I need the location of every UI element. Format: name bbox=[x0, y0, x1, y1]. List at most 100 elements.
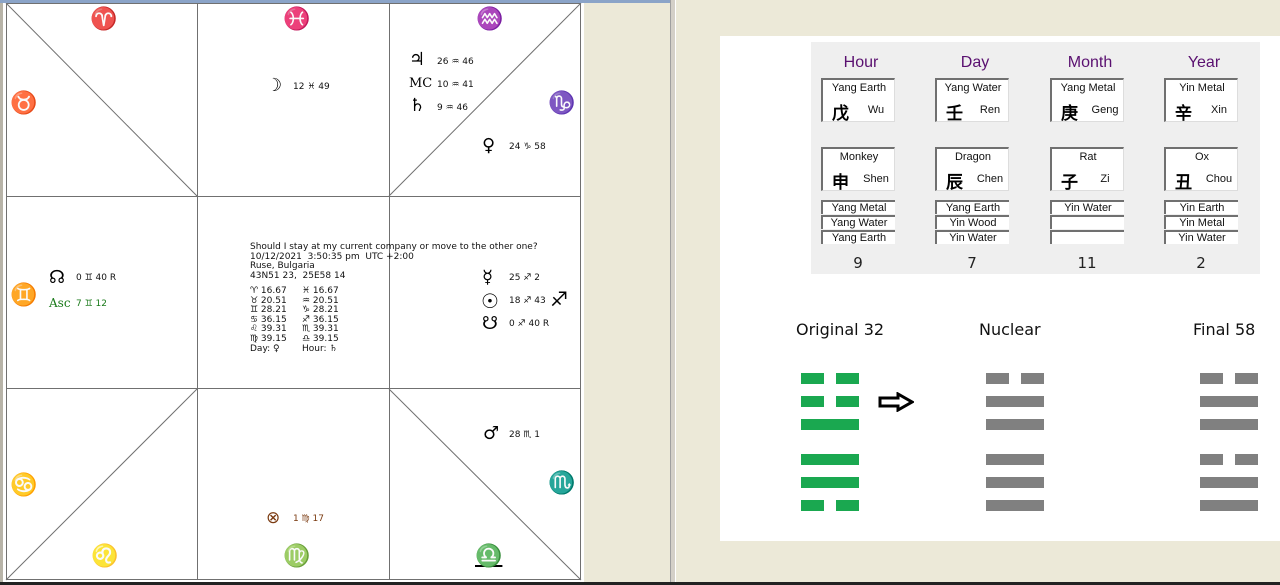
coords-text: 43N51 23, 25E58 14 bbox=[250, 270, 346, 281]
yang-line bbox=[1200, 396, 1258, 407]
hidden-stem-2: Yin Wood bbox=[935, 215, 1009, 229]
stem-pinyin: Wu bbox=[867, 104, 885, 116]
line-segment bbox=[1200, 396, 1258, 407]
stem-element: Yang Water bbox=[944, 82, 1002, 94]
hidden-stem-1: Yang Earth bbox=[935, 200, 1009, 214]
part-of-fortune-position: 1 ♍ 17 bbox=[293, 514, 324, 524]
north-node-position: 0 ♊ 40 R bbox=[76, 273, 117, 283]
sun-icon: ☉ bbox=[481, 289, 499, 313]
north-indian-chart: ♈ ♓ ♒ ♉ ♑ ♊ ♋ ♌ ♍ ♎ ♏ ☽ 12 ♓ 49 ♃ 26 ♒ 4… bbox=[0, 3, 584, 583]
yang-line bbox=[1200, 500, 1258, 511]
sun-position: 18 ♐ 43 bbox=[509, 296, 546, 306]
line-segment bbox=[801, 419, 859, 430]
stem-character: 庚 bbox=[1061, 104, 1078, 124]
aries-sign: ♈ bbox=[90, 7, 118, 32]
line-segment bbox=[1200, 419, 1258, 430]
yang-line bbox=[986, 477, 1044, 488]
original-hexagram-label: Original 32 bbox=[796, 320, 885, 339]
earthly-branch-box: Ox 丑 Chou bbox=[1164, 147, 1238, 193]
north-node-icon: ☊ bbox=[49, 267, 65, 288]
pane-splitter[interactable] bbox=[670, 0, 676, 583]
day-ruler: Day: ♀ bbox=[250, 343, 280, 354]
mc-label: MC bbox=[409, 76, 433, 91]
line-segment bbox=[836, 373, 859, 384]
line-segment bbox=[836, 396, 859, 407]
gemini-sign: ♊ bbox=[10, 283, 38, 308]
hidden-stem-3 bbox=[1050, 230, 1124, 244]
final-hexagram-label: Final 58 bbox=[1193, 320, 1256, 339]
branch-character: 丑 bbox=[1175, 173, 1192, 193]
branch-animal: Monkey bbox=[839, 151, 879, 163]
line-segment bbox=[836, 500, 859, 511]
saturn-icon: ♄ bbox=[409, 95, 426, 116]
branch-pinyin: Chou bbox=[1205, 173, 1233, 185]
heavenly-stem-box: Yin Metal 辛 Xin bbox=[1164, 78, 1238, 124]
four-pillars-box: Hour Yang Earth 戊 Wu Monkey 申 Shen Yang Metal Ya… bbox=[811, 42, 1260, 274]
yin-line bbox=[801, 500, 859, 511]
line-segment bbox=[986, 454, 1044, 465]
ascendant-position: 7 ♊ 12 bbox=[76, 299, 107, 309]
hidden-stem-3: Yin Water bbox=[1164, 230, 1238, 244]
stem-pinyin: Xin bbox=[1211, 104, 1227, 116]
moon-position: 12 ♓ 49 bbox=[293, 82, 330, 92]
yin-line bbox=[801, 373, 859, 384]
earthly-branch-box: Monkey 申 Shen bbox=[821, 147, 895, 193]
line-segment bbox=[1021, 373, 1044, 384]
branch-pinyin: Zi bbox=[1100, 173, 1110, 185]
stem-element: Yang Metal bbox=[1060, 82, 1116, 94]
line-segment bbox=[1235, 454, 1258, 465]
virgo-sign: ♍ bbox=[283, 544, 311, 569]
yang-line bbox=[801, 419, 859, 430]
stem-pinyin: Geng bbox=[1091, 104, 1119, 116]
nuclear-hexagram-label: Nuclear bbox=[979, 320, 1041, 339]
hidden-stem-3: Yang Earth bbox=[821, 230, 895, 244]
line-segment bbox=[986, 419, 1044, 430]
pillar-title: Day bbox=[960, 54, 990, 71]
stem-character: 壬 bbox=[946, 104, 963, 124]
mars-icon: ♂ bbox=[483, 423, 500, 444]
line-segment bbox=[986, 477, 1044, 488]
line-segment bbox=[1200, 454, 1223, 465]
venus-icon: ♀ bbox=[482, 135, 496, 156]
stem-element: Yin Metal bbox=[1179, 82, 1225, 94]
yang-line bbox=[1200, 477, 1258, 488]
stem-character: 辛 bbox=[1175, 104, 1192, 124]
branch-pinyin: Chen bbox=[976, 173, 1004, 185]
leo-sign: ♌ bbox=[91, 544, 119, 569]
results-panel: Hour Yang Earth 戊 Wu Monkey 申 Shen Yang Metal Ya… bbox=[720, 36, 1280, 541]
line-segment bbox=[801, 477, 859, 488]
yang-line bbox=[986, 396, 1044, 407]
hidden-stem-2: Yang Water bbox=[821, 215, 895, 229]
arrow-right-icon bbox=[878, 392, 914, 412]
bazi-iching-pane: Hour Yang Earth 戊 Wu Monkey 申 Shen Yang Metal Ya… bbox=[677, 0, 1280, 582]
sign-strength-table: ♈ 16.67 ♓ 16.67 ♉ 20.51 ♒ 20.51 ♊ 28.21 ♑ 2… bbox=[250, 286, 339, 354]
moon-icon: ☽ bbox=[266, 75, 283, 96]
line-segment bbox=[801, 500, 824, 511]
line-segment bbox=[986, 500, 1044, 511]
line-segment bbox=[801, 396, 824, 407]
yin-line bbox=[801, 396, 859, 407]
yang-line bbox=[801, 454, 859, 465]
pillar-title: Month bbox=[1067, 54, 1113, 71]
jupiter-icon: ♃ bbox=[409, 49, 426, 70]
stem-character: 戊 bbox=[832, 104, 849, 124]
line-segment bbox=[1200, 500, 1258, 511]
branch-pinyin: Shen bbox=[863, 173, 889, 185]
heavenly-stem-box: Yang Water 壬 Ren bbox=[935, 78, 1009, 124]
pillar-number: 2 bbox=[1196, 254, 1206, 272]
mars-position: 28 ♏ 1 bbox=[509, 430, 540, 440]
branch-character: 申 bbox=[832, 173, 849, 193]
ascendant-label: Asc bbox=[49, 296, 71, 310]
chart-info: Should I stay at my current company or m… bbox=[250, 242, 538, 281]
part-of-fortune-icon: ⊗ bbox=[266, 508, 281, 528]
earthly-branch-box: Rat 子 Zi bbox=[1050, 147, 1124, 193]
pillar-number: 9 bbox=[853, 254, 863, 272]
stem-pinyin: Ren bbox=[979, 104, 1001, 116]
yang-line bbox=[801, 477, 859, 488]
line-segment bbox=[1200, 477, 1258, 488]
line-segment bbox=[801, 373, 824, 384]
line-segment bbox=[986, 396, 1044, 407]
south-node-position: 0 ♐ 40 R bbox=[509, 319, 550, 329]
hidden-stem-1: Yin Earth bbox=[1164, 200, 1238, 214]
line-segment bbox=[1200, 373, 1223, 384]
